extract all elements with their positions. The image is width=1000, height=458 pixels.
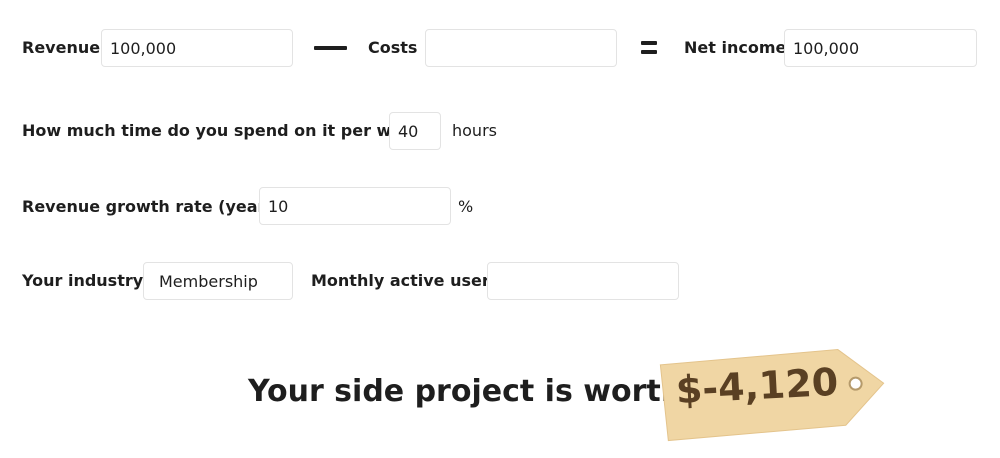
- industry-select[interactable]: [143, 262, 293, 300]
- price-tag: $-4,120: [658, 343, 888, 443]
- net-income-input[interactable]: [784, 29, 977, 67]
- monthly-active-users-input[interactable]: [487, 262, 679, 300]
- time-per-week-label: How much time do you spend on it per wee…: [22, 121, 433, 140]
- revenue-label: Revenue: [22, 38, 101, 57]
- hours-unit-label: hours: [452, 121, 497, 140]
- equals-icon: [641, 41, 657, 55]
- monthly-active-users-label: Monthly active users: [311, 271, 500, 290]
- time-per-week-input[interactable]: [389, 112, 441, 150]
- revenue-input[interactable]: [101, 29, 293, 67]
- industry-label: Your industry: [22, 271, 144, 290]
- net-income-label: Net income: [684, 38, 787, 57]
- worth-headline: Your side project is worth:: [248, 374, 695, 409]
- minus-icon: [314, 46, 347, 50]
- costs-label: Costs: [368, 38, 418, 57]
- percent-unit-label: %: [458, 197, 474, 216]
- costs-input[interactable]: [425, 29, 617, 67]
- project-worth-value: $-4,120: [674, 359, 840, 413]
- growth-rate-input[interactable]: [259, 187, 451, 225]
- growth-rate-label: Revenue growth rate (yearly): [22, 197, 289, 216]
